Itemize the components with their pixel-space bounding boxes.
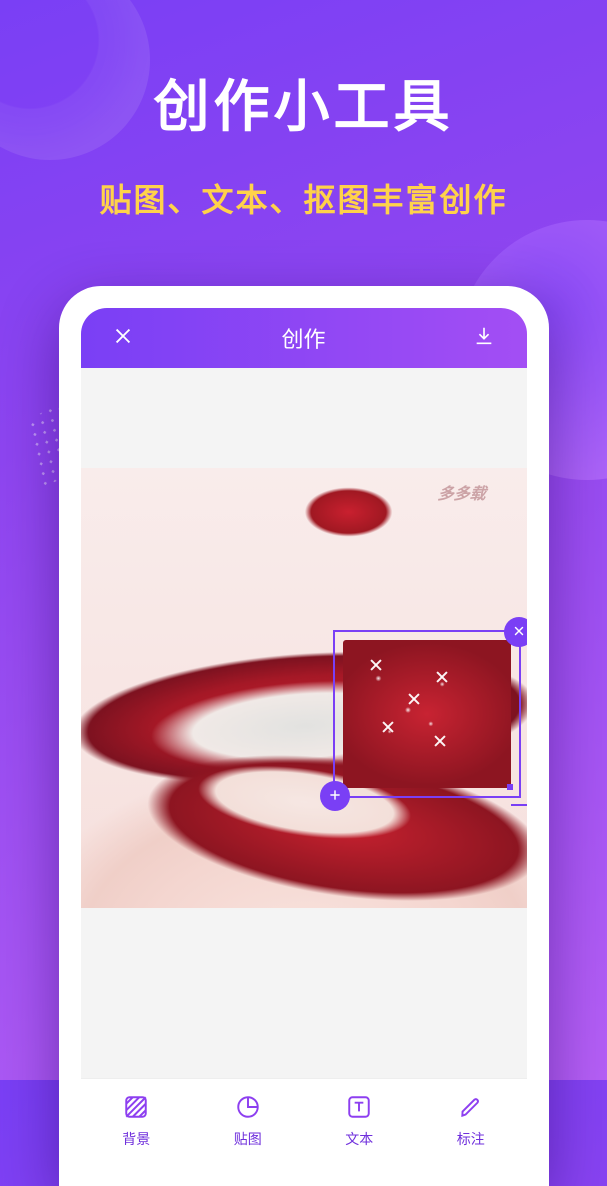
promo-headline: 创作小工具	[0, 62, 607, 143]
tool-sticker[interactable]: 贴图	[192, 1079, 304, 1164]
tool-background[interactable]: 背景	[81, 1079, 193, 1164]
promo-subhead: 贴图、文本、抠图丰富创作	[0, 175, 607, 221]
editor-title: 创作	[281, 322, 325, 354]
sticker-content[interactable]	[343, 640, 511, 788]
text-square-icon	[346, 1094, 372, 1123]
tool-annotate[interactable]: 标注	[415, 1079, 527, 1164]
sticker-selection[interactable]	[333, 630, 521, 798]
canvas-pad-bottom	[81, 908, 527, 1078]
plus-icon	[328, 787, 342, 805]
sticker-add-handle[interactable]	[320, 781, 350, 811]
tool-label: 背景	[122, 1129, 150, 1149]
editor-canvas[interactable]: 多多载	[81, 368, 527, 1078]
sparkle-icon	[381, 720, 395, 734]
hatch-square-icon	[123, 1094, 149, 1123]
sparkle-icon	[433, 734, 447, 748]
canvas-pad-top	[81, 368, 527, 468]
tool-label: 文本	[345, 1129, 373, 1149]
tool-text[interactable]: 文本	[304, 1079, 416, 1164]
circle-slice-icon	[235, 1094, 261, 1123]
watermark-text: 多多载	[437, 480, 488, 504]
image-stage[interactable]: 多多载	[81, 468, 527, 908]
editor-header: 创作	[81, 308, 527, 368]
tool-label: 贴图	[234, 1129, 262, 1149]
sticker-delete-handle[interactable]	[504, 617, 527, 647]
phone-frame: 创作 多多载	[59, 286, 549, 1186]
pencil-icon	[458, 1094, 484, 1123]
editor-toolbar: 背景 贴图 文本 标注	[81, 1078, 527, 1164]
sparkle-icon	[435, 670, 449, 684]
close-button[interactable]	[103, 325, 143, 352]
download-button[interactable]	[464, 325, 504, 352]
sticker-resize-handle[interactable]	[511, 788, 527, 806]
sparkle-icon	[369, 658, 383, 672]
download-icon	[473, 325, 495, 352]
sparkle-icon	[407, 692, 421, 706]
close-icon	[112, 325, 134, 352]
tool-label: 标注	[457, 1129, 485, 1149]
phone-screen: 创作 多多载	[81, 308, 527, 1164]
close-icon	[512, 623, 526, 641]
